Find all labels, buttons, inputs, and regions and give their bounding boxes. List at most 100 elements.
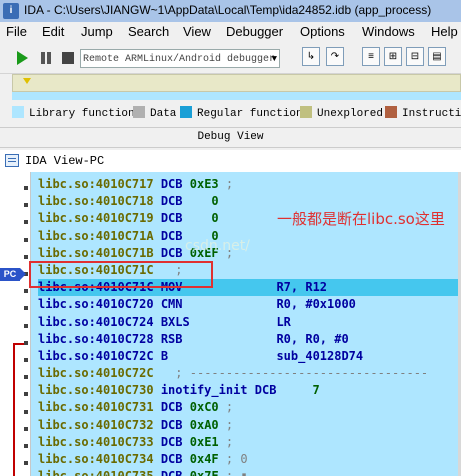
row-operand: 0 <box>189 211 219 226</box>
watermark: csdn.net/ <box>185 238 250 254</box>
gutter-dot <box>24 289 28 294</box>
row-address: libc.so:4010C720 <box>38 297 154 312</box>
disasm-row[interactable]: libc.so:4010C733 DCB 0xE1 ; <box>38 434 461 451</box>
row-mnemonic: DCB <box>160 228 183 243</box>
menu-edit[interactable]: Edit <box>42 24 64 39</box>
menu-help[interactable]: Help <box>431 24 458 39</box>
menu-file[interactable]: File <box>6 24 27 39</box>
disasm-row[interactable]: libc.so:4010C72C B sub_40128D74 <box>38 348 461 365</box>
disasm-row[interactable]: libc.so:4010C724 BXLS LR <box>38 314 461 331</box>
gutter-dot <box>24 323 28 328</box>
jump-arrow-line <box>13 343 15 476</box>
gutter-dot <box>24 392 28 397</box>
row-operand: R0, R0, #0 <box>196 331 349 346</box>
threads-icon[interactable]: ⊞ <box>384 47 402 66</box>
menu-search[interactable]: Search <box>128 24 169 39</box>
disasm-row[interactable]: libc.so:4010C720 CMN R0, #0x1000 <box>38 296 461 313</box>
row-mnemonic: CMN <box>160 297 190 312</box>
pc-marker: PC <box>0 268 26 281</box>
menu-jump[interactable]: Jump <box>81 24 113 39</box>
row-comment: ; 0 <box>225 452 248 466</box>
menu-windows[interactable]: Windows <box>362 24 415 39</box>
disasm-row[interactable]: libc.so:4010C732 DCB 0xA0 ; <box>38 417 461 434</box>
row-operand: 7 <box>283 383 320 398</box>
row-mnemonic: RSB <box>160 331 190 346</box>
row-mnemonic: DCB <box>160 211 183 226</box>
disasm-row[interactable]: libc.so:4010C730 inotify_init DCB 7 <box>38 382 461 399</box>
disassembly-listing[interactable]: libc.so:4010C717 DCB 0xE3 ; libc.so:4010C… <box>0 172 461 476</box>
stack-icon[interactable]: ▤ <box>428 47 446 66</box>
pause-icon[interactable] <box>36 48 56 68</box>
step-over-icon[interactable]: ↷ <box>326 47 344 66</box>
row-address: libc.so:4010C71A <box>38 228 154 243</box>
disasm-row[interactable]: libc.so:4010C717 DCB 0xE3 ; <box>38 176 461 193</box>
legend-swatch <box>133 106 145 118</box>
row-mnemonic: DCB <box>160 400 183 415</box>
row-address: libc.so:4010C71B <box>38 245 154 260</box>
play-icon[interactable] <box>12 48 32 68</box>
row-mnemonic: DCB <box>160 417 183 432</box>
row-address: libc.so:4010C72C <box>38 366 154 381</box>
gutter-dot <box>24 461 28 466</box>
gutter-dot <box>24 220 28 225</box>
disasm-row[interactable]: libc.so:4010C731 DCB 0xC0 ; <box>38 399 461 416</box>
row-operand: 0 <box>189 194 219 209</box>
row-address: libc.so:4010C733 <box>38 434 154 449</box>
navigation-legend: Library function Data Regular function U… <box>0 103 461 123</box>
disassembly-view-icon <box>5 154 19 167</box>
row-comment: ; <box>225 400 234 415</box>
menu-view[interactable]: View <box>183 24 211 39</box>
disasm-row[interactable]: libc.so:4010C728 RSB R0, R0, #0 <box>38 331 461 348</box>
step-into-icon[interactable]: ↳ <box>302 47 320 66</box>
row-operand: LR <box>196 314 291 329</box>
menu-bar: File Edit Jump Search View Debugger Opti… <box>0 22 461 42</box>
row-mnemonic: DCB <box>161 469 183 476</box>
tab-ida-view-pc[interactable]: IDA View-PC <box>0 150 461 173</box>
row-operand: 0xC0 <box>189 400 219 415</box>
legend-unexplored: Unexplored <box>300 106 383 120</box>
stop-icon[interactable] <box>58 48 78 68</box>
row-mnemonic: DCB <box>160 245 183 260</box>
row-comment: ; --------------------------------- <box>175 366 429 381</box>
row-mnemonic: DCB <box>160 194 183 209</box>
breakpoint-list-icon[interactable]: ≡ <box>362 47 380 66</box>
legend-swatch <box>12 106 24 118</box>
disasm-row[interactable]: libc.so:4010C734 DCB 0x4F ; 0 <box>38 451 461 468</box>
disasm-row[interactable]: libc.so:4010C72C ; ---------------------… <box>38 365 461 382</box>
gutter-dot <box>24 444 28 448</box>
gutter-dot <box>24 254 28 259</box>
menu-debugger[interactable]: Debugger <box>226 24 283 39</box>
legend-data: Data <box>133 106 176 120</box>
menu-options[interactable]: Options <box>300 24 345 39</box>
row-address: libc.so:4010C730 <box>38 383 154 398</box>
row-address: libc.so:4010C732 <box>38 417 154 432</box>
disasm-row[interactable]: libc.so:4010C735 DCB 0x7F ; ▮ <box>38 468 461 476</box>
legend-regular-function: Regular function <box>180 106 303 120</box>
row-operand: 0x7F <box>190 469 219 476</box>
gutter-dot <box>24 426 28 431</box>
legend-library-function: Library function <box>12 106 135 120</box>
gutter-dot <box>24 340 28 345</box>
row-address: libc.so:4010C717 <box>38 177 154 191</box>
row-address: libc.so:4010C72C <box>38 348 154 363</box>
gutter-dot <box>24 203 28 208</box>
row-address: libc.so:4010C734 <box>38 452 154 466</box>
row-address: libc.so:4010C724 <box>38 314 154 329</box>
ida-app-icon: i <box>3 3 19 19</box>
legend-swatch <box>385 106 397 118</box>
chevron-down-icon: ▼ <box>271 54 277 64</box>
modules-icon[interactable]: ⊟ <box>406 47 424 66</box>
breakpoint-dots <box>24 180 28 470</box>
row-address: libc.so:4010C718 <box>38 194 154 209</box>
row-address: libc.so:4010C719 <box>38 211 154 226</box>
row-comment: ; ▮ <box>226 469 248 476</box>
gutter-dot <box>24 358 28 362</box>
title-bar: i IDA - C:\Users\JIANGW~1\AppData\Local\… <box>0 0 461 22</box>
row-operand: 0xE3 <box>189 177 219 191</box>
row-address: libc.so:4010C728 <box>38 331 154 346</box>
annotation-note: 一般都是断在libc.so这里 <box>277 210 445 228</box>
debugger-select-value: Remote ARMLinux/Android debugger <box>83 54 276 65</box>
debugger-select[interactable]: Remote ARMLinux/Android debugger ▼ <box>80 49 280 68</box>
row-operand: sub_40128D74 <box>196 348 364 363</box>
navigation-band[interactable] <box>12 74 461 92</box>
